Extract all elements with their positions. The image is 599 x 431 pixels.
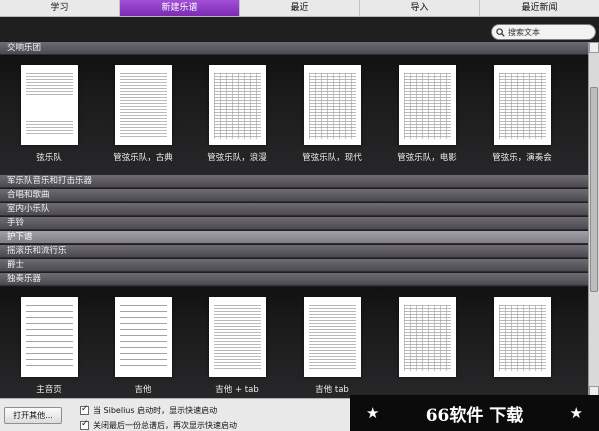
score-thumbnail — [114, 65, 172, 145]
template-label: 主音页 — [36, 385, 62, 395]
template-card[interactable] — [387, 297, 467, 383]
category-band-percussion[interactable]: 军乐队音乐和打击乐器 — [0, 175, 588, 188]
template-label: 管弦乐，演奏会 — [492, 153, 552, 163]
tab-latest-news[interactable]: 最近新闻 — [480, 0, 599, 16]
score-thumbnail — [20, 297, 78, 377]
template-label: 管弦乐队，浪漫 — [207, 153, 267, 163]
template-card[interactable]: 管弦乐，演奏会 — [482, 65, 562, 163]
template-card[interactable]: 弦乐队 — [9, 65, 89, 163]
star-icon: ★ — [569, 404, 583, 422]
score-thumbnail — [398, 65, 456, 145]
orchestra-templates-pane: 弦乐队 管弦乐队，古典 管弦乐队，浪漫 管弦乐队，现代 管弦乐队，电影 管弦乐，… — [0, 55, 588, 175]
checkbox[interactable] — [80, 419, 89, 430]
option-label: 关闭最后一份总谱后，再次显示快速启动 — [93, 421, 237, 430]
template-label: 管弦乐队，电影 — [397, 153, 457, 163]
template-label: 管弦乐队，古典 — [113, 153, 173, 163]
watermark-banner: ★ 66软件 下载 ★ — [350, 395, 599, 431]
category-selected[interactable]: 护下谱 — [0, 231, 588, 244]
tab-learn[interactable]: 学习 — [0, 0, 120, 16]
template-card[interactable]: 管弦乐队，古典 — [103, 65, 183, 163]
search-box[interactable] — [491, 24, 596, 40]
score-thumbnail — [303, 297, 361, 377]
category-solo[interactable]: 独奏乐器 — [0, 273, 588, 286]
score-thumbnail — [208, 65, 266, 145]
show-quickstart-on-launch-option[interactable]: 当 Sibelius 启动时，显示快速启动 — [80, 404, 218, 416]
template-label: 吉他 tab — [315, 385, 349, 395]
score-thumbnail — [303, 65, 361, 145]
score-thumbnail — [114, 297, 172, 377]
template-label: 弦乐队 — [36, 153, 62, 163]
category-handbells[interactable]: 手铃 — [0, 217, 588, 230]
top-tab-bar: 学习 新建乐谱 最近 导入 最近新闻 — [0, 0, 599, 17]
template-card[interactable]: 管弦乐队，电影 — [387, 65, 467, 163]
watermark-text: 66软件 下载 — [425, 405, 524, 426]
template-card[interactable]: 吉他 — [103, 297, 183, 395]
tab-import[interactable]: 导入 — [360, 0, 480, 16]
star-icon: ★ — [366, 404, 380, 422]
score-thumbnail — [493, 65, 551, 145]
scroll-up-button[interactable] — [589, 42, 599, 53]
template-card[interactable] — [482, 297, 562, 383]
open-other-button[interactable]: 打开其他... — [4, 407, 62, 424]
template-card[interactable]: 主音页 — [9, 297, 89, 395]
template-label: 吉他 — [134, 385, 152, 395]
score-thumbnail — [208, 297, 266, 377]
option-label: 当 Sibelius 启动时，显示快速启动 — [93, 406, 218, 415]
tab-recent[interactable]: 最近 — [240, 0, 360, 16]
template-card[interactable]: 管弦乐队，现代 — [292, 65, 372, 163]
category-chamber[interactable]: 室内小乐队 — [0, 203, 588, 216]
tab-new-score[interactable]: 新建乐谱 — [120, 0, 240, 16]
score-thumbnail — [493, 297, 551, 377]
template-label: 管弦乐队，现代 — [302, 153, 362, 163]
template-card[interactable]: 管弦乐队，浪漫 — [197, 65, 277, 163]
checkbox[interactable] — [80, 404, 89, 415]
template-label: 吉他 + tab — [215, 385, 259, 395]
vertical-scrollbar[interactable] — [588, 42, 599, 398]
solo-templates-pane: 主音页 吉他 吉他 + tab 吉他 tab — [0, 287, 588, 398]
score-thumbnail — [20, 65, 78, 145]
template-card[interactable]: 吉他 + tab — [197, 297, 277, 395]
search-input[interactable] — [508, 27, 590, 37]
scroll-thumb[interactable] — [590, 87, 598, 292]
category-choral[interactable]: 合唱和歌曲 — [0, 189, 588, 202]
show-quickstart-after-close-option[interactable]: 关闭最后一份总谱后，再次显示快速启动 — [80, 419, 237, 431]
category-rock-pop[interactable]: 摇滚乐和流行乐 — [0, 245, 588, 258]
template-card[interactable]: 吉他 tab — [292, 297, 372, 395]
search-icon — [496, 27, 505, 37]
category-jazz[interactable]: 爵士 — [0, 259, 588, 272]
category-orchestra[interactable]: 交响乐团 — [0, 42, 588, 55]
score-thumbnail — [398, 297, 456, 377]
